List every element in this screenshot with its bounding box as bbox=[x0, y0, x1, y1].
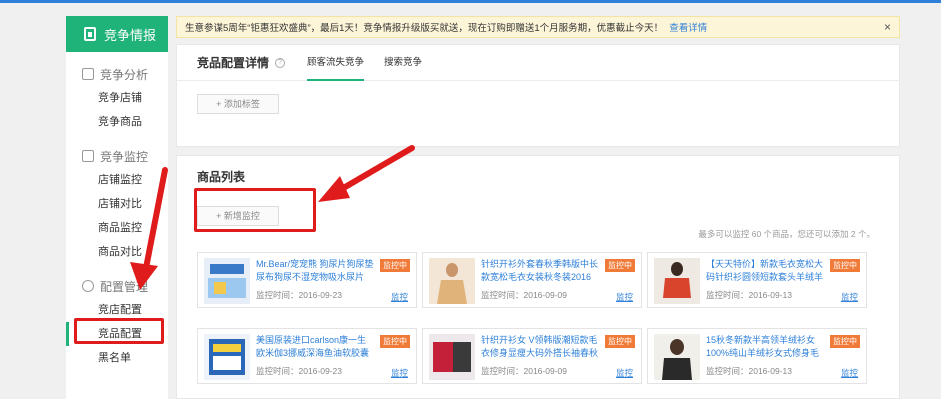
arrow-shaft-left bbox=[143, 167, 168, 271]
arrow-shaft-top bbox=[337, 145, 415, 193]
annotation-arrows bbox=[130, 145, 415, 290]
arrow-head-left bbox=[130, 262, 158, 290]
arrow-head-top bbox=[318, 176, 350, 202]
